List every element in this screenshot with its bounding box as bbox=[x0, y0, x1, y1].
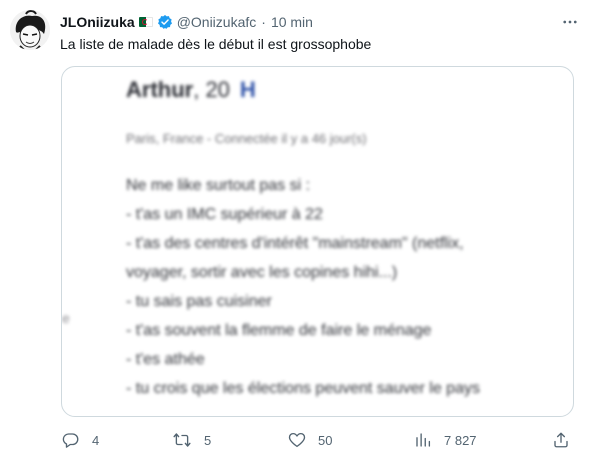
media-line: - tu crois que les élections peuvent sau… bbox=[126, 380, 480, 397]
views-icon bbox=[416, 433, 431, 447]
more-icon[interactable] bbox=[560, 12, 580, 32]
tweet-media-image[interactable]: Arthur, 20 H Paris, France - Connectée il… bbox=[61, 66, 574, 417]
separator-dot: · bbox=[261, 14, 266, 30]
media-line: - t'es athée bbox=[126, 351, 205, 368]
avatar[interactable] bbox=[10, 10, 50, 50]
retweet-icon bbox=[173, 433, 191, 447]
media-line: - t'as des centres d'intérêt "mainstream… bbox=[126, 235, 464, 252]
flag-algeria-icon bbox=[138, 17, 153, 27]
media-profile-name: Arthur bbox=[126, 77, 194, 102]
media-profile-badge: H bbox=[239, 77, 256, 102]
media-profile-heading: Arthur, 20 H bbox=[126, 77, 256, 103]
reply-button[interactable]: 4 bbox=[62, 428, 99, 452]
avatar-image bbox=[10, 10, 50, 50]
media-line: - tu sais pas cuisiner bbox=[126, 293, 272, 310]
timestamp[interactable]: 10 min bbox=[271, 14, 313, 30]
views-button[interactable]: 7 827 bbox=[414, 428, 477, 452]
handle[interactable]: @Oniizukafc bbox=[177, 14, 257, 30]
media-line: - t'as un IMC supérieur à 22 bbox=[126, 206, 323, 223]
share-button[interactable] bbox=[552, 428, 570, 452]
media-profile-age: , 20 bbox=[193, 77, 230, 102]
display-name[interactable]: JLOniizuka bbox=[60, 14, 135, 30]
media-location: Paris, France - Connectée il y a 46 jour… bbox=[126, 131, 367, 146]
like-icon bbox=[288, 432, 306, 448]
share-icon bbox=[554, 432, 568, 448]
retweet-button[interactable]: 5 bbox=[172, 428, 211, 452]
views-count: 7 827 bbox=[444, 432, 477, 448]
media-line: Ne me like surtout pas si : bbox=[126, 177, 311, 194]
blurred-screenshot: Arthur, 20 H Paris, France - Connectée il… bbox=[62, 67, 573, 416]
reply-count: 4 bbox=[92, 432, 100, 448]
media-edge-text: e bbox=[62, 310, 70, 326]
action-bar: 4 5 50 7 827 bbox=[60, 428, 574, 452]
media-line: voyager, sortir avec les copines hihi...… bbox=[126, 264, 398, 281]
tweet[interactable]: JLOniizuka @Oniizukafc · 10 min La liste… bbox=[0, 0, 594, 460]
reply-icon bbox=[62, 433, 79, 448]
like-button[interactable]: 50 bbox=[288, 428, 332, 452]
retweet-count: 5 bbox=[204, 432, 212, 448]
verified-badge-icon[interactable] bbox=[157, 14, 173, 30]
tweet-text: La liste de malade dès le début il est g… bbox=[60, 36, 372, 52]
like-count: 50 bbox=[318, 432, 333, 448]
media-line: - t'as souvent la flemme de faire le mén… bbox=[126, 322, 432, 339]
tweet-header: JLOniizuka @Oniizukafc · 10 min bbox=[60, 12, 313, 32]
